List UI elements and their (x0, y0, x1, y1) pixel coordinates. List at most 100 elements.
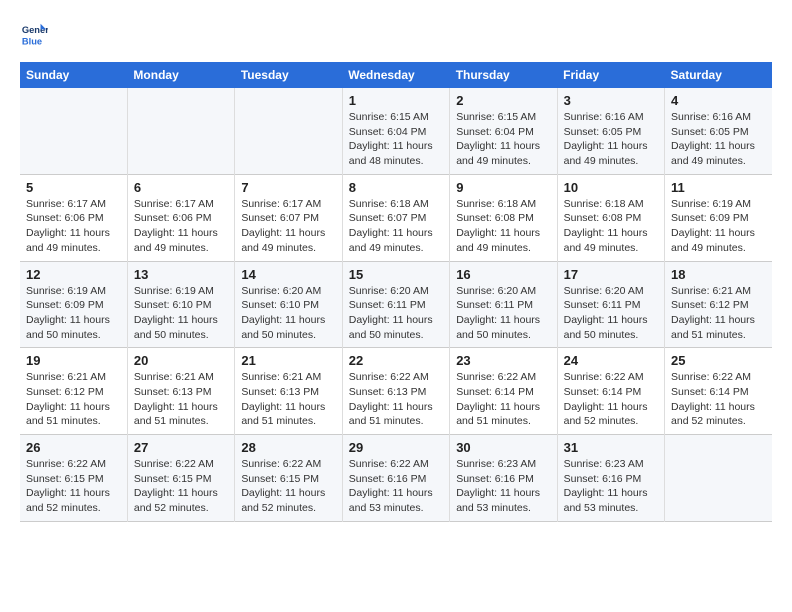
cell-info: Sunrise: 6:19 AM Sunset: 6:10 PM Dayligh… (134, 284, 228, 343)
cell-info: Sunrise: 6:22 AM Sunset: 6:16 PM Dayligh… (349, 457, 443, 516)
week-row-3: 12Sunrise: 6:19 AM Sunset: 6:09 PM Dayli… (20, 261, 772, 348)
day-number: 15 (349, 267, 443, 282)
cell-info: Sunrise: 6:20 AM Sunset: 6:10 PM Dayligh… (241, 284, 335, 343)
calendar-cell: 30 Sunrise: 6:23 AM Sunset: 6:16 PM Dayli… (450, 435, 557, 522)
header-sunday: Sunday (20, 62, 127, 88)
calendar-cell: 28 Sunrise: 6:22 AM Sunset: 6:15 PM Dayli… (235, 435, 342, 522)
calendar-cell: 8Sunrise: 6:18 AM Sunset: 6:07 PM Daylig… (342, 174, 449, 261)
day-number: 10 (564, 180, 658, 195)
logo: General Blue (20, 20, 50, 48)
calendar-cell: 2 Sunrise: 6:15 AM Sunset: 6:04 PM Daylig… (450, 88, 557, 174)
cell-info: Sunrise: 6:22 AM Sunset: 6:15 PM Dayligh… (26, 457, 121, 516)
day-number: 17 (564, 267, 658, 282)
calendar-cell (20, 88, 127, 174)
header-friday: Friday (557, 62, 664, 88)
calendar-cell (127, 88, 234, 174)
cell-info: Sunrise: 6:21 AM Sunset: 6:12 PM Dayligh… (671, 284, 766, 343)
day-number: 4 (671, 93, 766, 108)
calendar-cell: 18Sunrise: 6:21 AM Sunset: 6:12 PM Dayli… (665, 261, 772, 348)
cell-info: Sunrise: 6:20 AM Sunset: 6:11 PM Dayligh… (564, 284, 658, 343)
cell-info: Sunrise: 6:20 AM Sunset: 6:11 PM Dayligh… (349, 284, 443, 343)
cell-info: Sunrise: 6:23 AM Sunset: 6:16 PM Dayligh… (456, 457, 550, 516)
calendar-cell: 1 Sunrise: 6:15 AM Sunset: 6:04 PM Daylig… (342, 88, 449, 174)
cell-info: Sunrise: 6:21 AM Sunset: 6:13 PM Dayligh… (241, 370, 335, 429)
day-number: 20 (134, 353, 228, 368)
cell-info: Sunrise: 6:18 AM Sunset: 6:08 PM Dayligh… (564, 197, 658, 256)
day-number: 14 (241, 267, 335, 282)
header-saturday: Saturday (665, 62, 772, 88)
cell-info: Sunrise: 6:16 AM Sunset: 6:05 PM Dayligh… (564, 110, 658, 169)
calendar-cell: 17 Sunrise: 6:20 AM Sunset: 6:11 PM Dayli… (557, 261, 664, 348)
cell-info: Sunrise: 6:22 AM Sunset: 6:14 PM Dayligh… (671, 370, 766, 429)
svg-text:General: General (22, 25, 48, 35)
cell-info: Sunrise: 6:16 AM Sunset: 6:05 PM Dayligh… (671, 110, 766, 169)
calendar-header: SundayMondayTuesdayWednesdayThursdayFrid… (20, 62, 772, 88)
cell-info: Sunrise: 6:20 AM Sunset: 6:11 PM Dayligh… (456, 284, 550, 343)
calendar-cell: 11 Sunrise: 6:19 AM Sunset: 6:09 PM Dayli… (665, 174, 772, 261)
day-number: 1 (349, 93, 443, 108)
calendar-cell: 25 Sunrise: 6:22 AM Sunset: 6:14 PM Dayli… (665, 348, 772, 435)
day-number: 30 (456, 440, 550, 455)
day-number: 13 (134, 267, 228, 282)
calendar-cell: 21 Sunrise: 6:21 AM Sunset: 6:13 PM Dayli… (235, 348, 342, 435)
day-number: 22 (349, 353, 443, 368)
calendar-cell: 29 Sunrise: 6:22 AM Sunset: 6:16 PM Dayli… (342, 435, 449, 522)
calendar-cell: 3 Sunrise: 6:16 AM Sunset: 6:05 PM Daylig… (557, 88, 664, 174)
day-number: 31 (564, 440, 658, 455)
calendar-cell: 23 Sunrise: 6:22 AM Sunset: 6:14 PM Dayli… (450, 348, 557, 435)
cell-info: Sunrise: 6:23 AM Sunset: 6:16 PM Dayligh… (564, 457, 658, 516)
day-number: 8 (349, 180, 443, 195)
cell-info: Sunrise: 6:21 AM Sunset: 6:13 PM Dayligh… (134, 370, 228, 429)
calendar-cell: 13 Sunrise: 6:19 AM Sunset: 6:10 PM Dayli… (127, 261, 234, 348)
calendar-cell (665, 435, 772, 522)
calendar-cell: 24 Sunrise: 6:22 AM Sunset: 6:14 PM Dayli… (557, 348, 664, 435)
week-row-5: 26 Sunrise: 6:22 AM Sunset: 6:15 PM Dayli… (20, 435, 772, 522)
cell-info: Sunrise: 6:22 AM Sunset: 6:14 PM Dayligh… (564, 370, 658, 429)
calendar-cell: 26 Sunrise: 6:22 AM Sunset: 6:15 PM Dayli… (20, 435, 127, 522)
day-number: 21 (241, 353, 335, 368)
calendar-cell: 14 Sunrise: 6:20 AM Sunset: 6:10 PM Dayli… (235, 261, 342, 348)
calendar-cell: 31 Sunrise: 6:23 AM Sunset: 6:16 PM Dayli… (557, 435, 664, 522)
cell-info: Sunrise: 6:15 AM Sunset: 6:04 PM Dayligh… (456, 110, 550, 169)
day-number: 5 (26, 180, 121, 195)
calendar-cell: 16 Sunrise: 6:20 AM Sunset: 6:11 PM Dayli… (450, 261, 557, 348)
header-wednesday: Wednesday (342, 62, 449, 88)
calendar-cell: 20 Sunrise: 6:21 AM Sunset: 6:13 PM Dayli… (127, 348, 234, 435)
day-number: 16 (456, 267, 550, 282)
cell-info: Sunrise: 6:19 AM Sunset: 6:09 PM Dayligh… (671, 197, 766, 256)
calendar-cell: 27 Sunrise: 6:22 AM Sunset: 6:15 PM Dayli… (127, 435, 234, 522)
cell-info: Sunrise: 6:17 AM Sunset: 6:07 PM Dayligh… (241, 197, 335, 256)
cell-info: Sunrise: 6:15 AM Sunset: 6:04 PM Dayligh… (349, 110, 443, 169)
calendar-cell: 5 Sunrise: 6:17 AM Sunset: 6:06 PM Daylig… (20, 174, 127, 261)
cell-info: Sunrise: 6:22 AM Sunset: 6:14 PM Dayligh… (456, 370, 550, 429)
calendar-cell: 10 Sunrise: 6:18 AM Sunset: 6:08 PM Dayli… (557, 174, 664, 261)
cell-info: Sunrise: 6:18 AM Sunset: 6:08 PM Dayligh… (456, 197, 550, 256)
week-row-4: 19 Sunrise: 6:21 AM Sunset: 6:12 PM Dayli… (20, 348, 772, 435)
day-number: 28 (241, 440, 335, 455)
day-number: 29 (349, 440, 443, 455)
calendar-cell: 15 Sunrise: 6:20 AM Sunset: 6:11 PM Dayli… (342, 261, 449, 348)
cell-info: Sunrise: 6:22 AM Sunset: 6:15 PM Dayligh… (134, 457, 228, 516)
cell-info: Sunrise: 6:17 AM Sunset: 6:06 PM Dayligh… (134, 197, 228, 256)
header-tuesday: Tuesday (235, 62, 342, 88)
calendar-cell: 12Sunrise: 6:19 AM Sunset: 6:09 PM Dayli… (20, 261, 127, 348)
day-number: 11 (671, 180, 766, 195)
day-number: 3 (564, 93, 658, 108)
day-number: 25 (671, 353, 766, 368)
cell-info: Sunrise: 6:17 AM Sunset: 6:06 PM Dayligh… (26, 197, 121, 256)
day-number: 2 (456, 93, 550, 108)
calendar-cell: 22Sunrise: 6:22 AM Sunset: 6:13 PM Dayli… (342, 348, 449, 435)
week-row-1: 1 Sunrise: 6:15 AM Sunset: 6:04 PM Daylig… (20, 88, 772, 174)
calendar-cell: 19 Sunrise: 6:21 AM Sunset: 6:12 PM Dayli… (20, 348, 127, 435)
cell-info: Sunrise: 6:22 AM Sunset: 6:15 PM Dayligh… (241, 457, 335, 516)
calendar-cell: 7Sunrise: 6:17 AM Sunset: 6:07 PM Daylig… (235, 174, 342, 261)
day-number: 19 (26, 353, 121, 368)
day-number: 26 (26, 440, 121, 455)
calendar-cell: 6Sunrise: 6:17 AM Sunset: 6:06 PM Daylig… (127, 174, 234, 261)
day-number: 27 (134, 440, 228, 455)
cell-info: Sunrise: 6:21 AM Sunset: 6:12 PM Dayligh… (26, 370, 121, 429)
calendar-cell: 4 Sunrise: 6:16 AM Sunset: 6:05 PM Daylig… (665, 88, 772, 174)
day-number: 23 (456, 353, 550, 368)
day-number: 24 (564, 353, 658, 368)
week-row-2: 5 Sunrise: 6:17 AM Sunset: 6:06 PM Daylig… (20, 174, 772, 261)
